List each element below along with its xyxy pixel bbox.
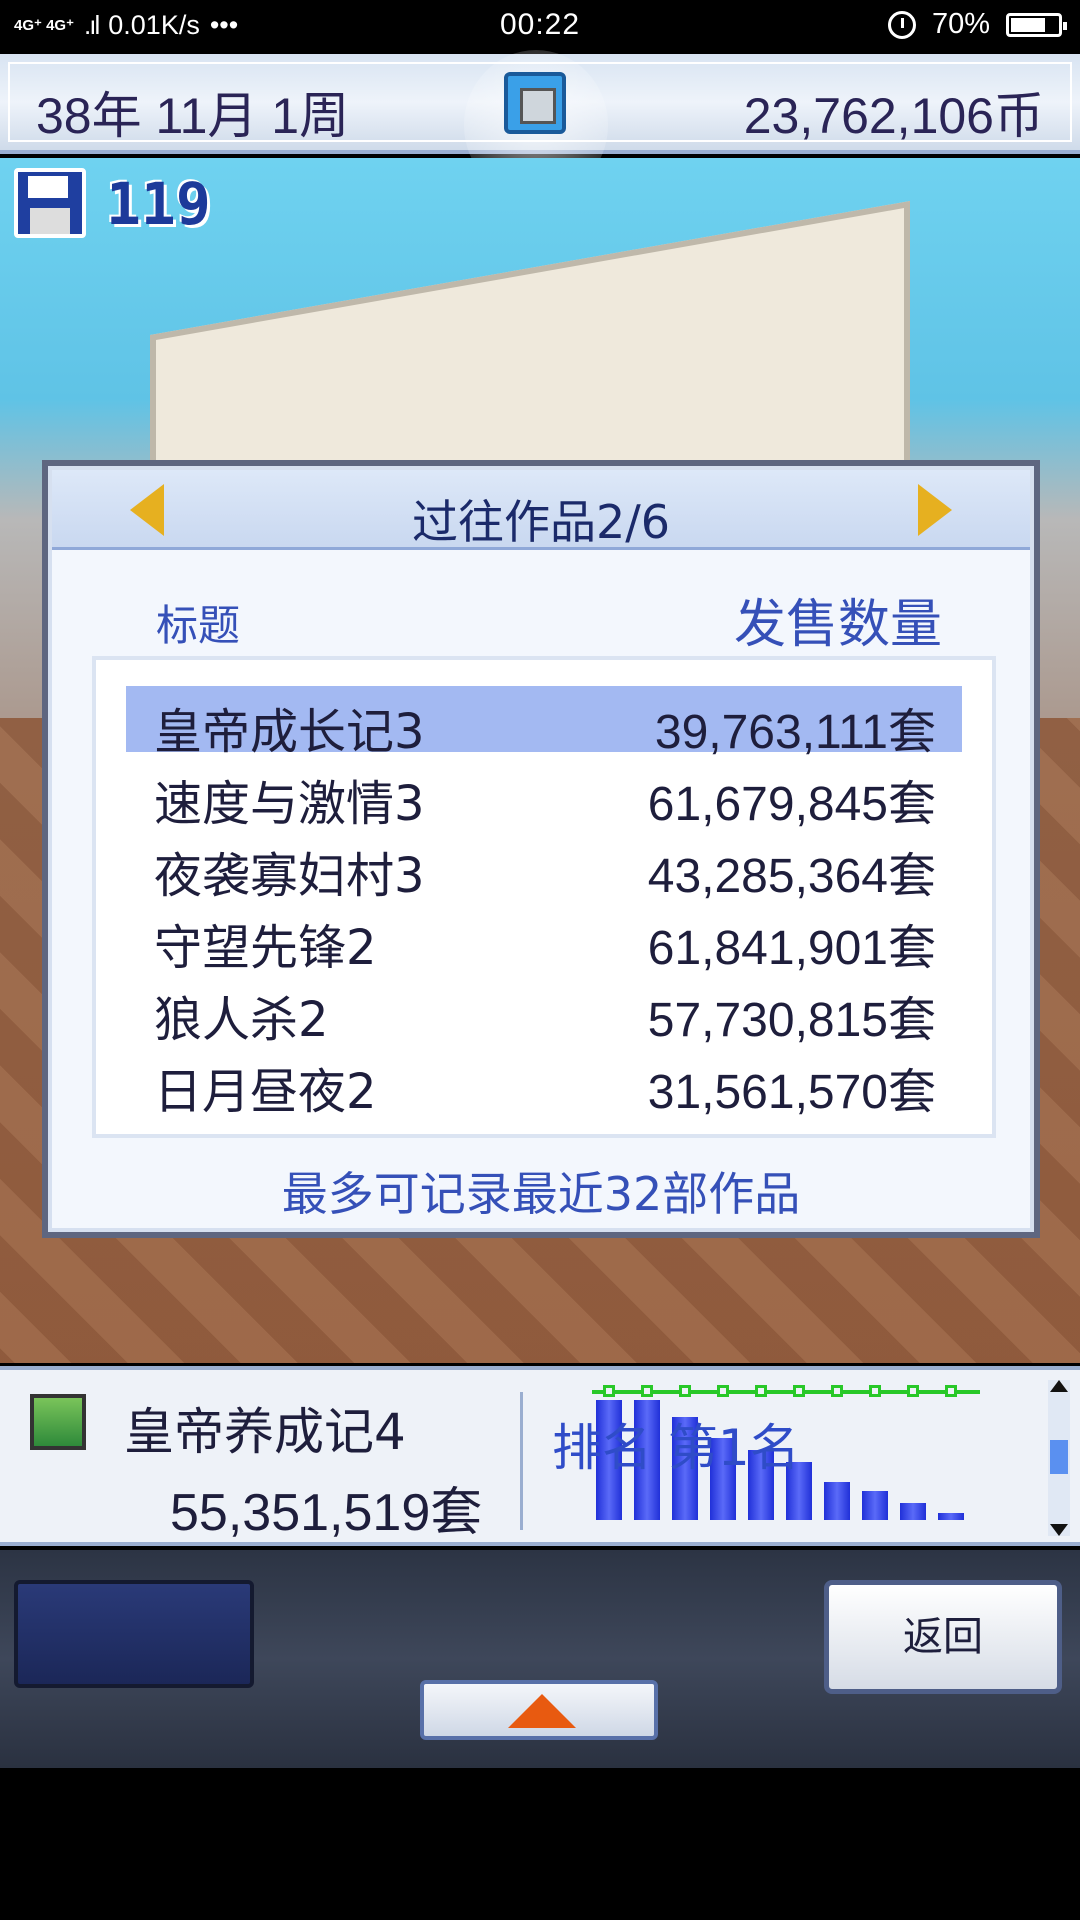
screen-bottom (0, 1768, 1080, 1920)
work-sales: 39,763,111套 (654, 706, 936, 759)
work-sales: 43,285,364套 (647, 850, 936, 903)
past-works-dialog: 过往作品2/6 标题 发售数量 皇帝成长记3 39,763,111套 速度与激情… (42, 460, 1040, 1238)
chart-dot (717, 1385, 729, 1397)
work-sales: 31,561,570套 (647, 1066, 936, 1119)
chart-bar (824, 1482, 850, 1520)
chart-dot (831, 1385, 843, 1397)
panel-scrollbar[interactable] (1048, 1380, 1070, 1536)
work-name: 狼人杀2 (154, 992, 329, 1048)
chart-dot (755, 1385, 767, 1397)
alarm-icon (887, 10, 916, 39)
chart-dot (945, 1385, 957, 1397)
works-list: 皇帝成长记3 39,763,111套 速度与激情3 61,679,845套 夜袭… (92, 656, 996, 1138)
work-sales: 61,679,845套 (647, 778, 936, 831)
scroll-down-icon[interactable] (1050, 1524, 1068, 1536)
list-item[interactable]: 狼人杀2 57,730,815套 (126, 974, 962, 1048)
chart-dot (679, 1385, 691, 1397)
battery-icon (1006, 12, 1067, 37)
chart-bar (862, 1491, 888, 1520)
list-item[interactable]: 速度与激情3 61,679,845套 (126, 758, 962, 832)
chart-dot (907, 1385, 919, 1397)
list-item[interactable]: 守望先锋2 61,841,901套 (126, 902, 962, 976)
list-item[interactable]: 日月昼夜2 31,561,570套 (126, 1046, 962, 1120)
chart-bar (938, 1513, 964, 1520)
bottom-controls: 返回 (0, 1550, 1080, 1768)
current-game-panel: 皇帝养成记4 55,351,519套 排名 第1名 (0, 1366, 1080, 1546)
panel-divider (520, 1392, 523, 1530)
ranking-label: 排名 第1名 (552, 1419, 800, 1477)
up-arrow-icon (508, 1694, 576, 1728)
work-name: 守望先锋2 (154, 920, 377, 976)
list-item[interactable]: 夜袭寡妇村3 43,285,364套 (126, 830, 962, 904)
column-header-title: 标题 (156, 601, 241, 650)
current-game-name: 皇帝养成记4 (124, 1403, 406, 1461)
work-sales: 61,841,901套 (647, 922, 936, 975)
dialog-titlebar: 过往作品2/6 (52, 470, 1030, 550)
next-page-arrow-icon[interactable] (918, 484, 952, 536)
chart-dot (603, 1385, 615, 1397)
game-thumbnail-icon (30, 1394, 86, 1450)
list-item[interactable]: 皇帝成长记3 39,763,111套 (126, 686, 962, 760)
save-disk-icon (14, 168, 86, 238)
work-name: 速度与激情3 (154, 776, 425, 832)
battery-percent: 70% (931, 8, 990, 40)
scroll-up-icon[interactable] (1050, 1380, 1068, 1392)
chart-bar (900, 1503, 926, 1520)
chart-dot (869, 1385, 881, 1397)
status-right: 70% (887, 8, 1067, 41)
column-header-sales: 发售数量 (733, 595, 942, 655)
dialog-footer-note: 最多可记录最近32部作品 (281, 1167, 801, 1221)
save-count: 119 (106, 170, 211, 238)
game-date: 38年 11月 1周 (36, 88, 350, 144)
menu-button[interactable] (14, 1580, 254, 1688)
chart-dot (793, 1385, 805, 1397)
work-name: 夜袭寡妇村3 (154, 848, 425, 904)
work-name: 日月昼夜2 (154, 1064, 377, 1120)
chart-dot (641, 1385, 653, 1397)
status-bar: 4G⁺ 4G⁺ .ıl 0.01K/s ••• 00:22 70% (0, 0, 1080, 54)
scroll-thumb[interactable] (1050, 1440, 1068, 1474)
work-sales: 57,730,815套 (647, 994, 936, 1047)
money-display: 23,762,106币 (743, 88, 1044, 144)
current-game-sales: 55,351,519套 (170, 1484, 483, 1542)
camera-button[interactable] (504, 72, 566, 134)
game-top-bar: 38年 11月 1周 23,762,106币 (0, 50, 1080, 200)
dialog-title: 过往作品2/6 (411, 495, 671, 549)
back-button[interactable]: 返回 (824, 1580, 1062, 1694)
expand-up-button[interactable] (420, 1680, 658, 1740)
work-name: 皇帝成长记3 (154, 704, 425, 760)
